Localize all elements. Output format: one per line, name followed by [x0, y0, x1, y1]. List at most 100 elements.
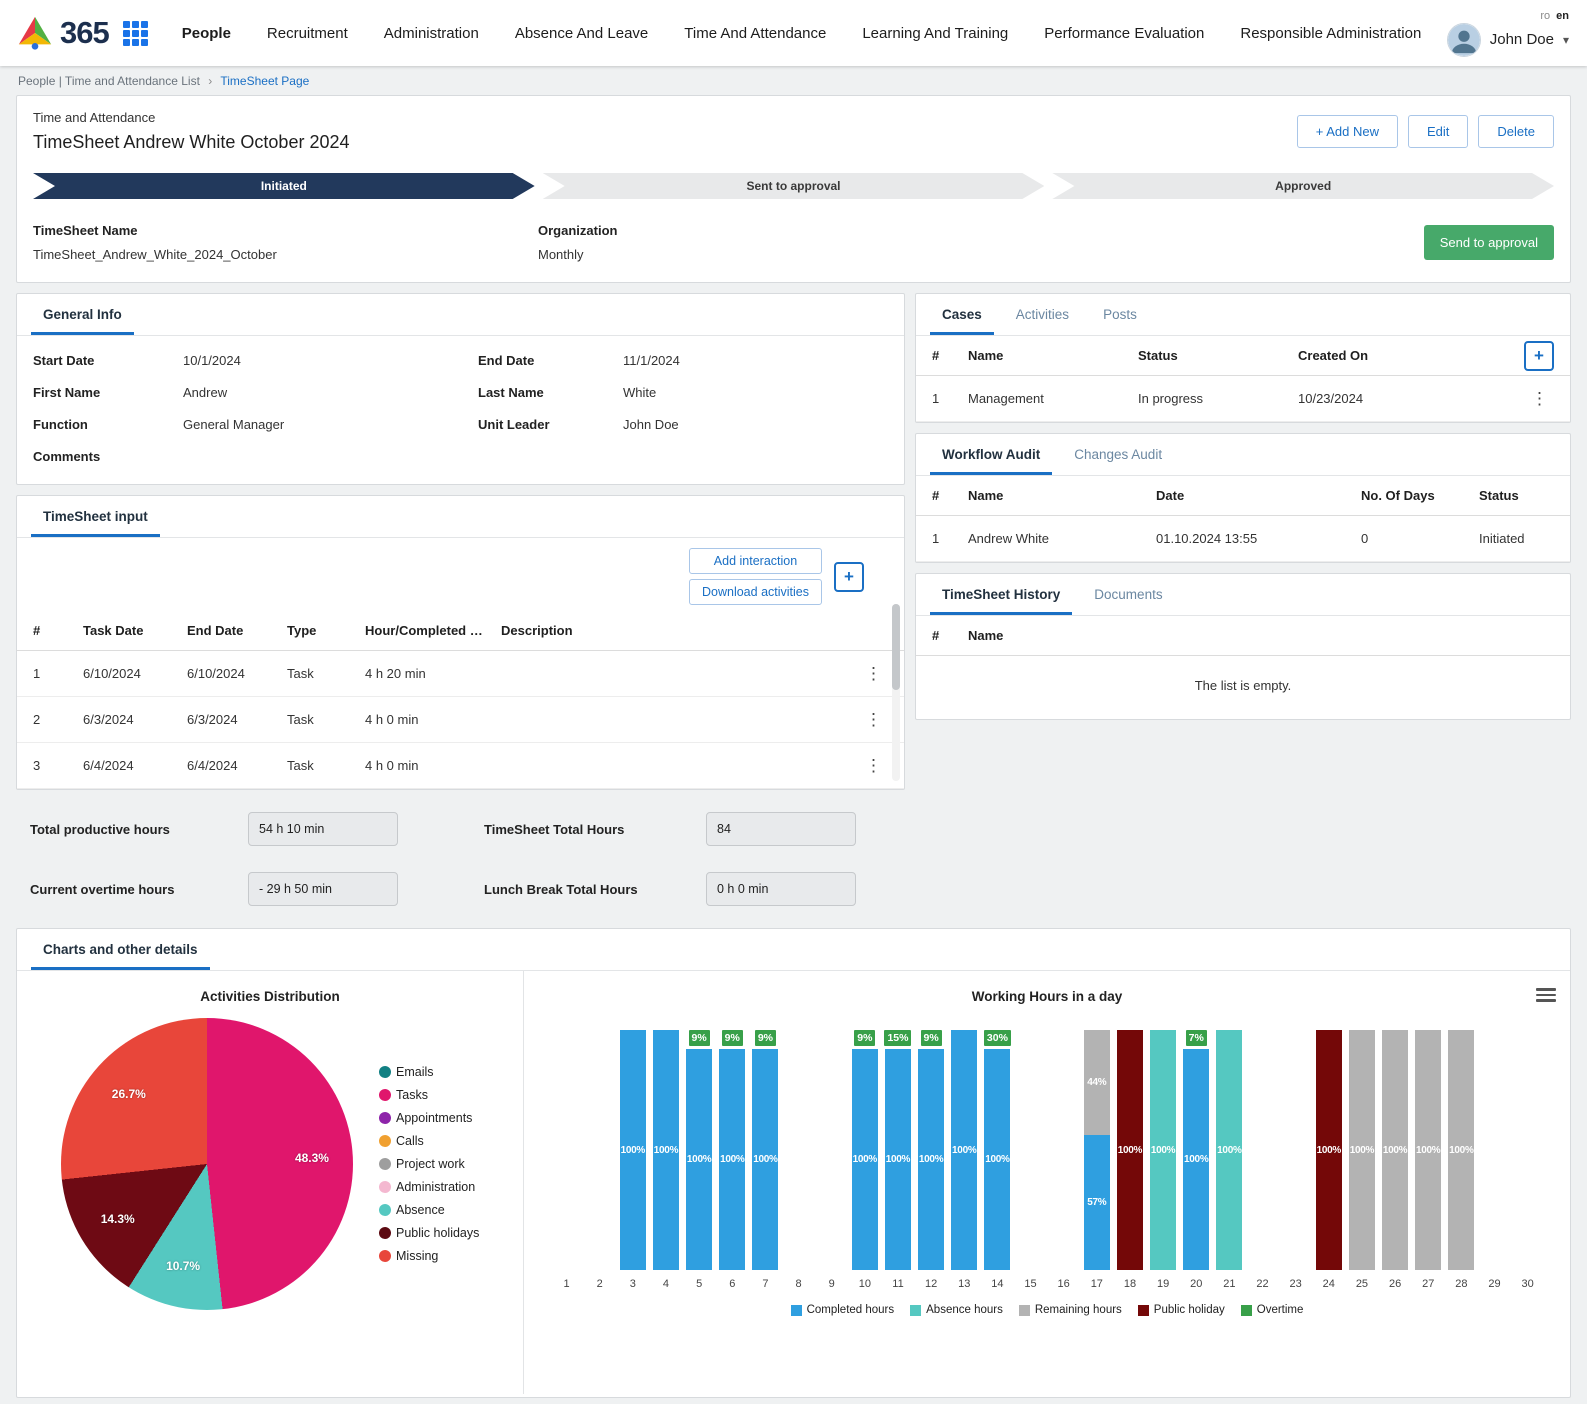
edit-button[interactable]: Edit [1408, 115, 1468, 148]
table-header: #NameDateNo. Of DaysStatus [916, 476, 1570, 516]
total-value-total-productive-hours: 54 h 10 min [248, 812, 398, 846]
activities-distribution-pane: Activities Distribution 48.3%10.7%14.3%2… [17, 971, 523, 1394]
cell-hour-completed: 4 h 20 min [365, 666, 501, 681]
lang-ro[interactable]: ro [1540, 10, 1550, 22]
history-table: #Name [916, 616, 1570, 656]
workflow-tab-changes-audit[interactable]: Changes Audit [1062, 434, 1174, 475]
avatar [1447, 23, 1481, 57]
cases-tab-activities[interactable]: Activities [1004, 294, 1081, 335]
stage-approved: Approved [1052, 173, 1554, 199]
breadcrumb: People | Time and Attendance List › Time… [0, 66, 1587, 95]
day-column-9 [815, 1030, 848, 1270]
day-bar: 100% [1150, 1030, 1176, 1270]
x-axis-label-26: 26 [1379, 1278, 1412, 1290]
nav-item-administration[interactable]: Administration [384, 25, 479, 42]
cell-: 1 [932, 531, 968, 546]
nav-item-responsible-administration[interactable]: Responsible Administration [1240, 25, 1421, 42]
table-row[interactable]: 1Andrew White01.10.2024 13:550Initiated [916, 516, 1570, 562]
delete-button[interactable]: Delete [1478, 115, 1554, 148]
x-axis-label-11: 11 [881, 1278, 914, 1290]
bar-segment-holiday: 100% [1316, 1030, 1342, 1270]
tab-timesheet-input[interactable]: TimeSheet input [31, 496, 160, 537]
nav-item-people[interactable]: People [182, 25, 231, 42]
nav-item-performance-evaluation[interactable]: Performance Evaluation [1044, 25, 1204, 42]
table-row[interactable]: 26/3/20246/3/2024Task4 h 0 min⋮ [17, 697, 904, 743]
bar-legend-swatch-holiday [1138, 1305, 1149, 1316]
column-header-name: Name [968, 348, 1138, 363]
kebab-menu-icon[interactable]: ⋮ [859, 664, 888, 684]
bar-segment-completed: 100% [885, 1049, 911, 1270]
legend-dot-calls [379, 1135, 391, 1147]
day-bar: 100% [951, 1030, 977, 1270]
nav-item-learning-and-training[interactable]: Learning And Training [862, 25, 1008, 42]
column-header-task-date: Task Date [83, 623, 187, 638]
send-to-approval-button[interactable]: Send to approval [1424, 225, 1554, 260]
nav-item-time-and-attendance[interactable]: Time And Attendance [684, 25, 826, 42]
header-card: Time and Attendance TimeSheet Andrew Whi… [16, 95, 1571, 283]
legend-label: Administration [396, 1180, 475, 1194]
legend-item-project-work: Project work [379, 1157, 479, 1171]
bar-segment-holiday: 100% [1117, 1030, 1143, 1270]
pie-legend: EmailsTasksAppointmentsCallsProject work… [379, 1065, 479, 1263]
kebab-menu-icon[interactable]: ⋮ [859, 710, 888, 730]
timesheet-name-field: TimeSheet Name TimeSheet_Andrew_White_20… [33, 223, 538, 262]
bar-segment-completed: 100% [1183, 1049, 1209, 1270]
breadcrumb-current[interactable]: TimeSheet Page [220, 74, 309, 88]
tab-charts-and-other-details[interactable]: Charts and other details [31, 929, 210, 970]
cell-status: In progress [1138, 391, 1298, 406]
x-axis-label-16: 16 [1047, 1278, 1080, 1290]
x-axis-label-8: 8 [782, 1278, 815, 1290]
total-label-lunch-break-total-hours: Lunch Break Total Hours [484, 882, 706, 897]
general-info-card: General Info Start Date10/1/2024End Date… [16, 293, 905, 485]
kebab-menu-icon[interactable]: ⋮ [859, 756, 888, 776]
total-label-timesheet-total-hours: TimeSheet Total Hours [484, 822, 706, 837]
chevron-down-icon[interactable]: ▾ [1563, 33, 1569, 47]
x-axis-label-23: 23 [1279, 1278, 1312, 1290]
cases-tab-posts[interactable]: Posts [1091, 294, 1149, 335]
add-button[interactable]: + [1524, 341, 1554, 371]
apps-grid-icon[interactable] [123, 21, 148, 46]
legend-dot-project-work [379, 1158, 391, 1170]
workflow-tab-workflow-audit[interactable]: Workflow Audit [930, 434, 1052, 475]
field-value-unit-leader: John Doe [623, 417, 888, 432]
add-new-button[interactable]: + Add New [1297, 115, 1398, 148]
field-value-comments [183, 449, 478, 464]
timesheet-name-label: TimeSheet Name [33, 223, 538, 238]
add-input-row-button[interactable]: + [834, 562, 864, 592]
pie-slice-label-public-holidays: 14.3% [101, 1212, 135, 1226]
cell-type: Task [287, 666, 365, 681]
day-column-3: 100% [616, 1030, 649, 1270]
cell-type: Task [287, 758, 365, 773]
download-activities-button[interactable]: Download activities [689, 579, 822, 605]
field-label-first-name: First Name [33, 385, 183, 400]
table-row[interactable]: 16/10/20246/10/2024Task4 h 20 min⋮ [17, 651, 904, 697]
history-tab-documents[interactable]: Documents [1082, 574, 1174, 615]
table-row[interactable]: 36/4/20246/4/2024Task4 h 0 min⋮ [17, 743, 904, 789]
table-row[interactable]: 1ManagementIn progress10/23/2024⋮ [916, 376, 1570, 422]
cell-: 1 [33, 666, 83, 681]
nav-item-absence-and-leave[interactable]: Absence And Leave [515, 25, 648, 42]
cases-tab-cases[interactable]: Cases [930, 294, 994, 335]
cell-hour-completed: 4 h 0 min [365, 712, 501, 727]
column-header-: # [932, 628, 968, 643]
history-tab-timesheet-history[interactable]: TimeSheet History [930, 574, 1072, 615]
legend-dot-absence [379, 1204, 391, 1216]
user-menu[interactable]: John Doe ▾ [1447, 23, 1569, 57]
chart-menu-icon[interactable] [1536, 985, 1556, 1005]
lang-en[interactable]: en [1556, 10, 1569, 22]
scrollbar-thumb[interactable] [892, 604, 900, 690]
scrollbar[interactable] [892, 604, 900, 781]
x-axis-label-4: 4 [649, 1278, 682, 1290]
day-column-21: 100% [1213, 1030, 1246, 1270]
pie-slice-label-missing: 26.7% [112, 1087, 146, 1101]
overtime-badge: 9% [689, 1030, 710, 1046]
day-column-19: 100% [1147, 1030, 1180, 1270]
nav-item-recruitment[interactable]: Recruitment [267, 25, 348, 42]
kebab-menu-icon[interactable]: ⋮ [1525, 389, 1554, 409]
column-header-name: Name [968, 628, 1554, 643]
field-label-end-date: End Date [478, 353, 623, 368]
day-column-6: 9%100% [716, 1030, 749, 1270]
row-actions: ⋮ [1510, 389, 1554, 409]
tab-general-info[interactable]: General Info [31, 294, 134, 335]
add-interaction-button[interactable]: Add interaction [689, 548, 822, 574]
